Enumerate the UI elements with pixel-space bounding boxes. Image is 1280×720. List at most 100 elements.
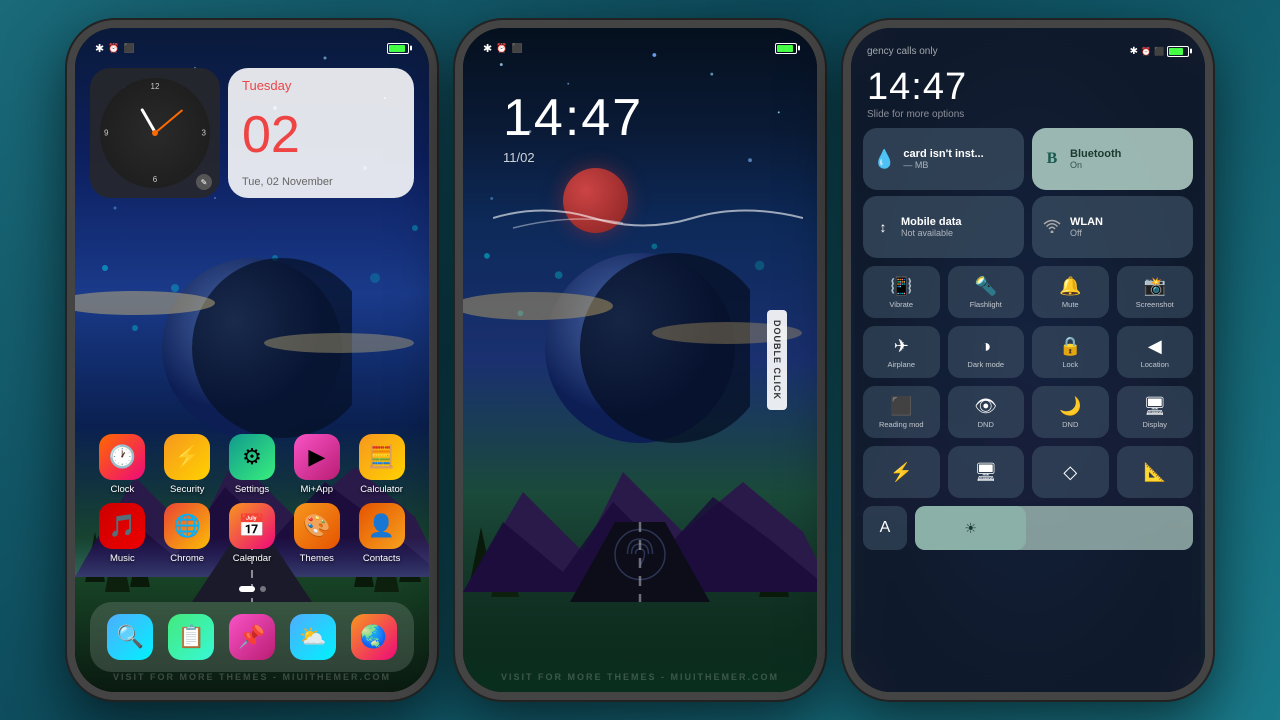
cc-btn-diamond[interactable]: ◇ — [1032, 446, 1109, 498]
phone-3-screen: gency calls only ✱ ⏰ ⬛ 14:47 Slide for m… — [851, 28, 1205, 692]
contacts-label: Contacts — [363, 553, 401, 564]
location-label: Location — [1141, 360, 1169, 369]
app-row-1: 🕐 Clock ⚡ Security ⚙ Settings ▶ Mi+App — [90, 434, 414, 495]
cc-btn-screen2[interactable]: 🖥 — [948, 446, 1025, 498]
settings-icon: ⚙ — [229, 434, 275, 480]
cc-bluetooth-sub: On — [1070, 160, 1121, 170]
screenshot-icon: 📸 — [1144, 276, 1166, 297]
calculator-label: Calculator — [360, 484, 403, 495]
app-grid: 🕐 Clock ⚡ Security ⚙ Settings ▶ Mi+App — [90, 434, 414, 572]
battery-indicator-p2 — [775, 43, 797, 54]
cc-btn-reading[interactable]: ⬛ Reading mod — [863, 386, 940, 438]
cc-btn-display[interactable]: 🖥 Display — [1117, 386, 1194, 438]
mute-icon: 🔔 — [1059, 276, 1081, 297]
cc-letter-btn[interactable]: A — [863, 506, 907, 550]
analog-clock: 12 6 9 3 ✎ — [100, 78, 210, 188]
clock-center-dot — [152, 130, 158, 136]
clock-widget[interactable]: 12 6 9 3 ✎ — [90, 68, 220, 198]
clock-edit-icon[interactable]: ✎ — [196, 174, 212, 190]
bluetooth-icon-p1: ✱ — [95, 42, 104, 55]
dnd-eye-label: DND — [978, 420, 994, 429]
status-right-p2 — [775, 43, 797, 54]
widgets-row: 12 6 9 3 ✎ — [90, 68, 414, 198]
cc-mobile-sub: Not available — [901, 228, 962, 238]
cc-icons-row-2: ✈ Airplane ◑ Dark mode 🔒 Lock ◀ Location — [863, 326, 1193, 378]
cc-icons-row-1: 📳 Vibrate 🔦 Flashlight 🔔 Mute 📸 Screensh… — [863, 266, 1193, 318]
app-music[interactable]: 🎵 Music — [94, 503, 150, 564]
date-widget[interactable]: Tuesday 02 Tue, 02 November — [228, 68, 414, 198]
cc-tiles-row-2: ↕ Mobile data Not available WLAN Off — [863, 196, 1193, 258]
cc-btn-flashlight[interactable]: 🔦 Flashlight — [948, 266, 1025, 318]
dock-weather[interactable]: ⛅ — [290, 614, 336, 660]
app-settings[interactable]: ⚙ Settings — [224, 434, 280, 495]
vibrate-icon: 📳 — [890, 276, 912, 297]
phone-2-screen: ✱ ⏰ ⬛ 14:47 11/02 DOUBLE CLICK VISIT FOR… — [463, 28, 817, 692]
cc-icons-row-3: ⬛ Reading mod 👁 DND 🌙 DND 🖥 Display — [863, 386, 1193, 438]
cc-btn-edit[interactable]: 📐 — [1117, 446, 1194, 498]
reading-label: Reading mod — [879, 420, 924, 429]
cc-status-bar: gency calls only ✱ ⏰ ⬛ — [863, 36, 1193, 66]
cc-tile-data[interactable]: 💧 card isn't inst... — MB — [863, 128, 1024, 190]
dock-notes[interactable]: 📋 — [168, 614, 214, 660]
cc-btn-airplane[interactable]: ✈ Airplane — [863, 326, 940, 378]
watermark-p2: VISIT FOR MORE THEMES - MIUITHEMER.COM — [463, 672, 817, 682]
dock-search[interactable]: 🔍 — [107, 614, 153, 660]
security-label: Security — [170, 484, 204, 495]
display-icon: 🖥 — [1143, 396, 1166, 417]
mi-icon: ▶ — [294, 434, 340, 480]
cc-btn-mute[interactable]: 🔔 Mute — [1032, 266, 1109, 318]
app-security[interactable]: ⚡ Security — [159, 434, 215, 495]
settings-label: Settings — [235, 484, 269, 495]
cc-bluetooth-info: Bluetooth On — [1070, 148, 1121, 170]
cc-tile-mobile-data[interactable]: ↕ Mobile data Not available — [863, 196, 1024, 258]
date-number: 02 — [242, 109, 400, 161]
app-calculator[interactable]: 🧮 Calculator — [354, 434, 410, 495]
fingerprint-area[interactable] — [613, 527, 668, 587]
lock-icon: 🔒 — [1059, 336, 1081, 357]
cc-btn-location[interactable]: ◀ Location — [1117, 326, 1194, 378]
cc-data-icon: 💧 — [873, 149, 895, 170]
edit-icon: 📐 — [1144, 462, 1166, 483]
minute-hand — [154, 109, 183, 134]
cc-btn-dnd-moon[interactable]: 🌙 DND — [1032, 386, 1109, 438]
calendar-label: Calendar — [233, 553, 272, 564]
cc-btn-screenshot[interactable]: 📸 Screenshot — [1117, 266, 1194, 318]
cc-data-sub: — MB — [903, 160, 983, 170]
cc-tile-bluetooth[interactable]: B Bluetooth On — [1032, 128, 1193, 190]
cc-tile-wlan[interactable]: WLAN Off — [1032, 196, 1193, 258]
dock-browser[interactable]: 🌏 — [351, 614, 397, 660]
app-calendar[interactable]: 📅 Calendar — [224, 503, 280, 564]
app-contacts[interactable]: 👤 Contacts — [354, 503, 410, 564]
letter-a: A — [880, 519, 891, 537]
music-icon: 🎵 — [99, 503, 145, 549]
app-chrome[interactable]: 🌐 Chrome — [159, 503, 215, 564]
cc-subtitle-text: Slide for more options — [863, 109, 1193, 120]
cc-btn-dnd-eye[interactable]: 👁 DND — [948, 386, 1025, 438]
cc-status-text: gency calls only — [867, 46, 938, 57]
cc-btn-power[interactable]: ⚡ — [863, 446, 940, 498]
cc-wlan-title: WLAN — [1070, 216, 1103, 228]
lock-time-area: 14:47 11/02 — [503, 88, 643, 165]
dock-editor[interactable]: 📌 — [229, 614, 275, 660]
cc-btn-lock[interactable]: 🔒 Lock — [1032, 326, 1109, 378]
double-click-badge[interactable]: DOUBLE CLICK — [767, 310, 787, 410]
date-day-name: Tuesday — [242, 78, 400, 93]
cc-brightness-slider[interactable]: ☀ — [915, 506, 1193, 550]
cc-btn-vibrate[interactable]: 📳 Vibrate — [863, 266, 940, 318]
cc-data-title: card isn't inst... — [903, 148, 983, 160]
app-themes[interactable]: 🎨 Themes — [289, 503, 345, 564]
cc-btn-darkmode[interactable]: ◑ Dark mode — [948, 326, 1025, 378]
lock-time-display: 14:47 — [503, 88, 643, 148]
music-label: Music — [110, 553, 135, 564]
app-mi[interactable]: ▶ Mi+App — [289, 434, 345, 495]
cc-time-display: 14:47 — [863, 66, 1193, 109]
phone-1: ✱ ⏰ ⬛ 12 6 9 — [67, 20, 437, 700]
dnd-moon-icon: 🌙 — [1059, 396, 1081, 417]
app-clock[interactable]: 🕐 Clock — [94, 434, 150, 495]
cc-brightness-fill: ☀ — [915, 506, 1026, 550]
lock-label: Lock — [1062, 360, 1078, 369]
cc-mobile-title: Mobile data — [901, 216, 962, 228]
camera-icon-p1: ⬛ — [123, 43, 134, 54]
reading-icon: ⬛ — [890, 396, 912, 417]
page-dots — [75, 586, 429, 592]
